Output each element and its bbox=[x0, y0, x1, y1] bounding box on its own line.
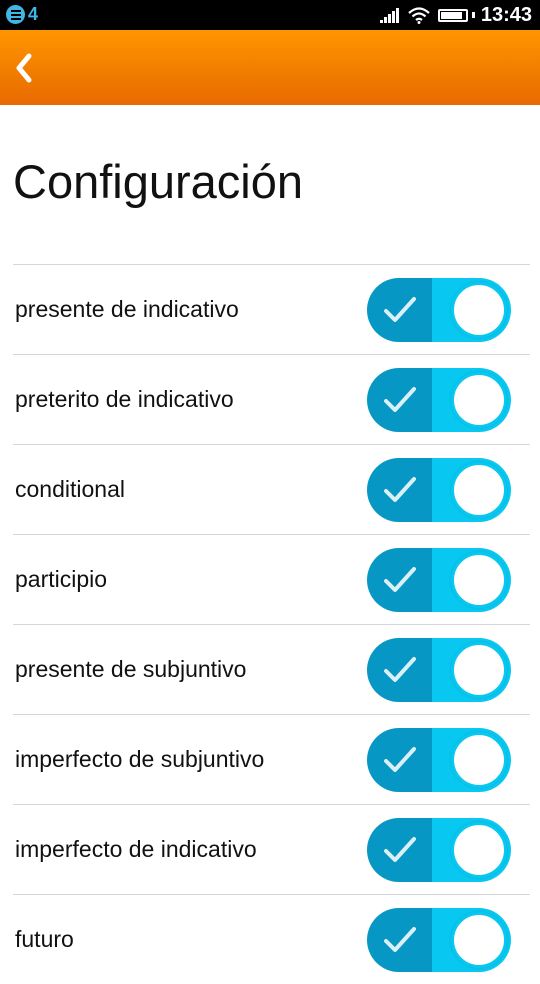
chevron-left-icon bbox=[16, 53, 32, 83]
status-bar: 4 13:43 bbox=[0, 0, 540, 30]
setting-row: presente de subjuntivo bbox=[13, 624, 530, 714]
setting-row: participio bbox=[13, 534, 530, 624]
check-icon bbox=[384, 476, 416, 502]
check-icon bbox=[384, 656, 416, 682]
check-icon bbox=[384, 566, 416, 592]
setting-label: conditional bbox=[15, 476, 125, 502]
check-icon bbox=[384, 836, 416, 862]
setting-toggle[interactable] bbox=[367, 277, 511, 342]
check-icon bbox=[384, 296, 416, 322]
setting-toggle[interactable] bbox=[367, 367, 511, 432]
setting-label: imperfecto de indicativo bbox=[15, 836, 257, 862]
back-button[interactable] bbox=[6, 48, 42, 88]
setting-toggle[interactable] bbox=[367, 637, 511, 702]
toggle-knob bbox=[451, 371, 507, 428]
check-icon bbox=[384, 746, 416, 772]
notification-count: 4 bbox=[28, 4, 39, 24]
setting-label: preterito de indicativo bbox=[15, 386, 234, 412]
page-title: Configuración bbox=[13, 155, 304, 208]
toggle-knob bbox=[451, 461, 507, 518]
toggle-knob bbox=[451, 551, 507, 608]
app-header bbox=[0, 30, 540, 105]
check-icon bbox=[384, 386, 416, 412]
setting-row: conditional bbox=[13, 444, 530, 534]
setting-toggle[interactable] bbox=[367, 547, 511, 612]
setting-row: imperfecto de indicativo bbox=[13, 804, 530, 894]
setting-label: futuro bbox=[15, 926, 74, 952]
setting-label: presente de subjuntivo bbox=[15, 656, 247, 682]
toggle-knob bbox=[451, 281, 507, 338]
wifi-icon bbox=[408, 6, 430, 24]
status-bar-right: 13:43 bbox=[379, 3, 532, 26]
setting-row: presente de indicativo bbox=[13, 264, 530, 354]
settings-list: presente de indicativo preterito de indic… bbox=[13, 264, 530, 984]
setting-label: imperfecto de subjuntivo bbox=[15, 746, 265, 772]
setting-row: imperfecto de subjuntivo bbox=[13, 714, 530, 804]
setting-toggle[interactable] bbox=[367, 457, 511, 522]
setting-row: preterito de indicativo bbox=[13, 354, 530, 444]
setting-toggle[interactable] bbox=[367, 817, 511, 882]
setting-row: futuro bbox=[13, 894, 530, 984]
setting-toggle[interactable] bbox=[367, 727, 511, 792]
status-bar-left: 4 bbox=[6, 5, 38, 24]
check-icon bbox=[384, 926, 416, 952]
status-time: 13:43 bbox=[480, 3, 532, 26]
setting-label: participio bbox=[15, 566, 108, 592]
toggle-knob bbox=[451, 821, 507, 878]
toggle-knob bbox=[451, 641, 507, 698]
battery-icon bbox=[437, 8, 468, 22]
toggle-knob bbox=[451, 911, 507, 968]
toggle-knob bbox=[451, 731, 507, 788]
setting-toggle[interactable] bbox=[367, 907, 511, 972]
setting-label: presente de indicativo bbox=[15, 296, 239, 322]
signal-icon bbox=[379, 7, 400, 23]
app-notification-icon bbox=[6, 5, 25, 24]
battery-tip bbox=[471, 12, 475, 18]
